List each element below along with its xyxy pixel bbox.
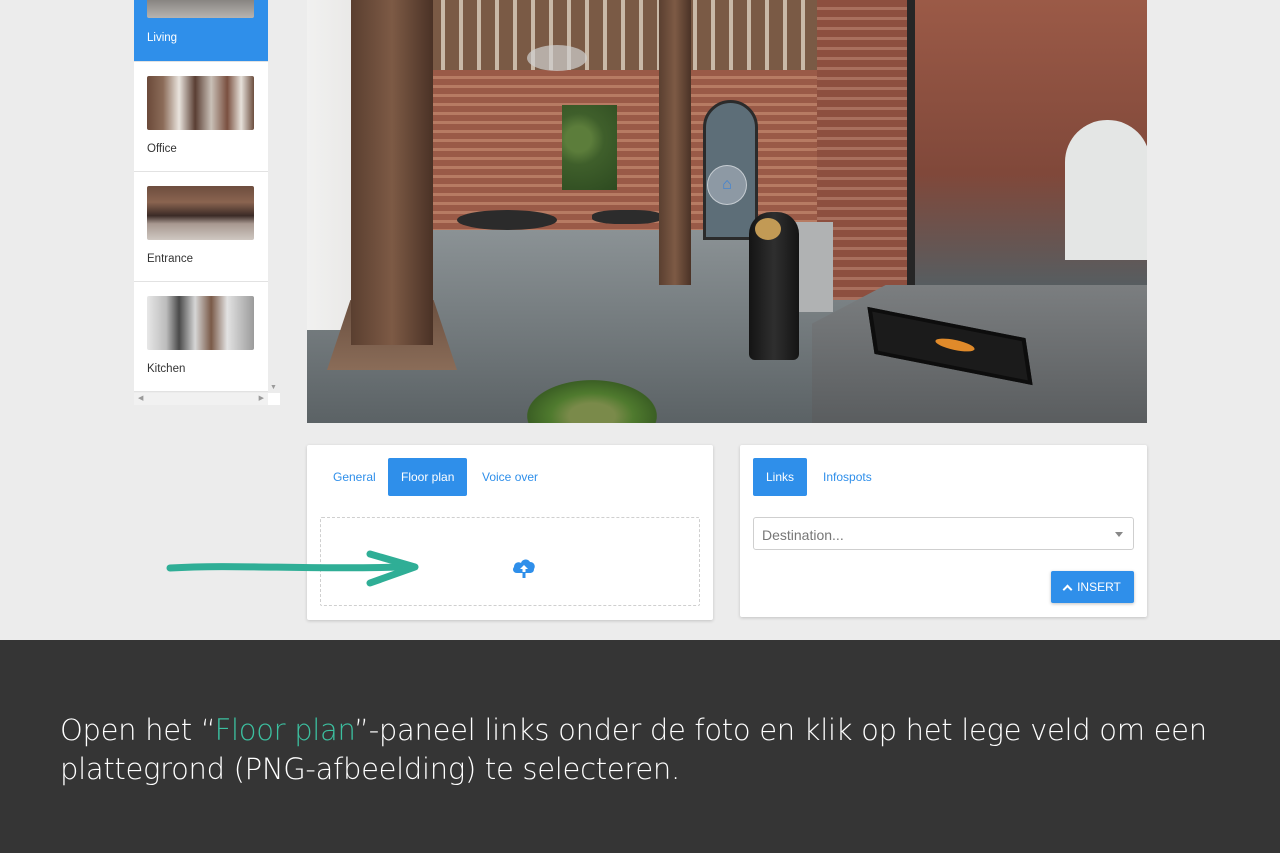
destination-select[interactable]: Destination... (753, 517, 1134, 550)
tab-voice-over[interactable]: Voice over (469, 458, 551, 496)
instruction-caption: Open het “Floor plan”-paneel links onder… (60, 711, 1220, 789)
pano-plant-wall (562, 105, 617, 190)
scene-item-living[interactable]: Living (134, 0, 268, 62)
insert-button[interactable]: INSERT (1051, 571, 1134, 603)
scene-label: Kitchen (147, 363, 186, 375)
tab-floor-plan[interactable]: Floor plan (388, 458, 468, 496)
tab-general[interactable]: General (320, 458, 389, 496)
pano-cabinet (795, 222, 833, 312)
scene-thumbnail (147, 0, 254, 18)
pano-pillar (351, 0, 433, 345)
annotation-arrow-icon (166, 550, 419, 587)
caption-text-before: Open het “ (60, 713, 215, 747)
horizontal-scrollbar[interactable]: ◀ ▶ (134, 393, 268, 405)
scrollbar-corner (268, 393, 280, 405)
pano-plant (527, 380, 657, 423)
cloud-upload-icon (513, 559, 535, 578)
pano-pillar (659, 0, 691, 285)
links-panel: Links Infospots Destination... INSERT (740, 445, 1147, 617)
home-hotspot-icon[interactable]: ⌂ (707, 165, 747, 205)
chevron-up-icon (1062, 584, 1073, 594)
scene-label: Living (147, 32, 178, 44)
pano-table (457, 210, 557, 230)
vertical-scrollbar[interactable]: ▼ (268, 0, 280, 392)
scene-thumbnail (147, 186, 254, 240)
floor-plan-panel: General Floor plan Voice over (307, 445, 713, 620)
scene-item-kitchen[interactable]: Kitchen (134, 282, 268, 392)
caption-highlight: Floor plan (214, 713, 355, 747)
scene-label: Office (147, 143, 177, 155)
insert-button-label: INSERT (1077, 580, 1121, 594)
scene-item-entrance[interactable]: Entrance (134, 172, 268, 282)
scene-thumbnail (147, 76, 254, 130)
scroll-left-arrow-icon[interactable]: ◀ (138, 394, 143, 402)
pano-brick-wall (427, 70, 827, 230)
pano-lamp (527, 45, 587, 71)
chevron-down-icon (1115, 532, 1123, 537)
scene-list: Living Office Entrance Kitchen (134, 0, 268, 392)
scroll-right-arrow-icon[interactable]: ▶ (259, 394, 264, 402)
pano-speaker-tweeter (755, 218, 781, 240)
scene-label: Entrance (147, 253, 194, 265)
tab-links[interactable]: Links (753, 458, 808, 496)
pano-table (592, 210, 662, 224)
pano-large-window (907, 0, 1147, 290)
destination-placeholder: Destination... (762, 527, 844, 543)
scroll-down-arrow-icon[interactable]: ▼ (270, 384, 277, 391)
scene-item-office[interactable]: Office (134, 62, 268, 172)
scene-thumbnail (147, 296, 254, 350)
tab-infospots[interactable]: Infospots (810, 458, 885, 496)
panorama-viewer[interactable]: ⌂ (307, 0, 1147, 423)
